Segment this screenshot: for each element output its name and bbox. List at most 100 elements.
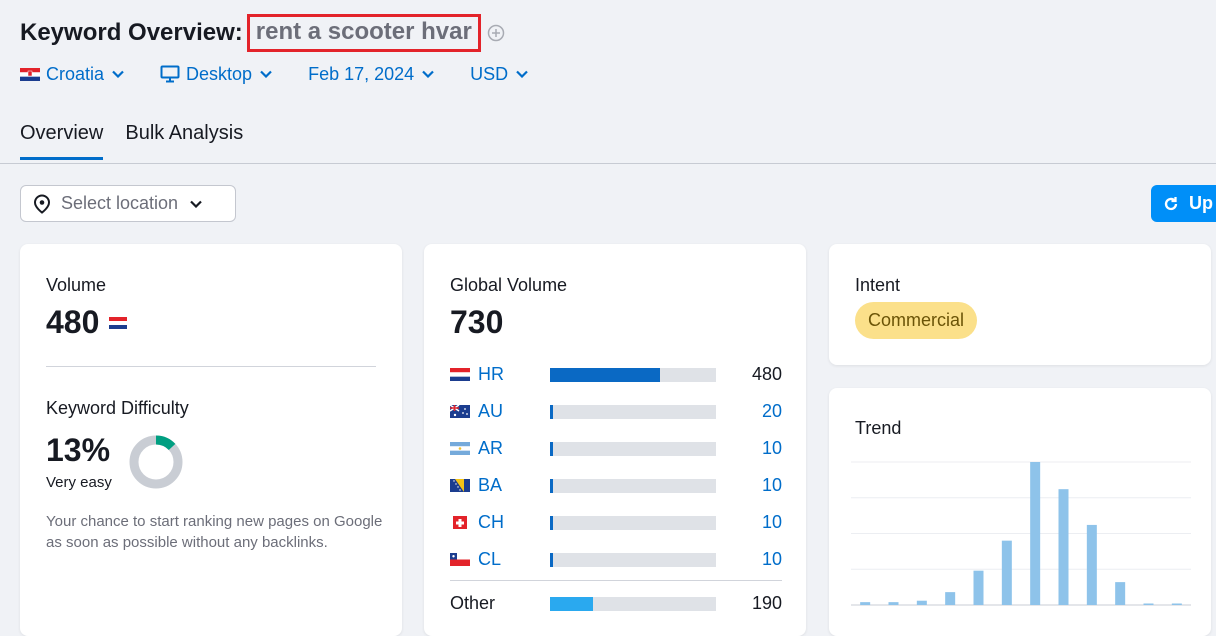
volume-bar-fill	[550, 404, 554, 419]
country-code[interactable]: CL	[478, 549, 518, 570]
chile-flag-icon	[450, 553, 470, 566]
intent-label: Intent	[855, 275, 901, 295]
trend-bar[interactable]	[1143, 603, 1154, 606]
currency-label: USD	[470, 63, 509, 84]
trend-bar[interactable]	[916, 600, 927, 605]
country-selector[interactable]: Croatia	[20, 62, 124, 86]
keyword-highlight: rent a scooter hvar	[246, 14, 481, 52]
country-row-ar[interactable]: AR 10	[450, 430, 782, 467]
country-code[interactable]: AR	[478, 438, 518, 459]
global-volume-card: Global Volume 730 HR 480 AU 20 AR 10 BA …	[424, 244, 806, 636]
trend-bar[interactable]	[860, 602, 871, 605]
filters-bar: Croatia Desktop Feb 17, 2024 USD	[20, 62, 564, 86]
country-row-au[interactable]: AU 20	[450, 393, 782, 430]
tab-overview[interactable]: Overview	[20, 122, 104, 160]
intent-card: Intent Commercial	[829, 244, 1211, 365]
trend-bar[interactable]	[1115, 582, 1126, 605]
trend-chart	[851, 461, 1191, 606]
trend-bar[interactable]	[1086, 524, 1097, 605]
country-row-hr[interactable]: HR 480	[450, 356, 782, 393]
country-row-ch[interactable]: CH 10	[450, 504, 782, 541]
chevron-down-icon	[112, 70, 124, 78]
country-volume[interactable]: 10	[762, 438, 782, 459]
country-row-ba[interactable]: BA 10	[450, 467, 782, 504]
page-header: Keyword Overview: rent a scooter hvar	[20, 14, 505, 52]
currency-selector[interactable]: USD	[470, 62, 528, 86]
trend-bar[interactable]	[973, 570, 984, 605]
refresh-icon	[1164, 196, 1178, 210]
bosnia-flag-icon	[450, 479, 470, 492]
volume-bar-fill	[550, 596, 594, 611]
volume-bar-fill	[550, 552, 554, 567]
tab-bulk-analysis[interactable]: Bulk Analysis	[125, 122, 243, 160]
croatia-flag-icon	[450, 368, 470, 381]
intent-badge[interactable]: Commercial	[855, 302, 978, 339]
chevron-down-icon	[516, 70, 528, 78]
global-volume-divider	[450, 580, 782, 581]
device-label: Desktop	[186, 63, 253, 84]
global-volume-value: 730	[450, 304, 504, 340]
croatia-flag-icon	[109, 316, 128, 329]
keyword-difficulty-description: Your chance to start ranking new pages o…	[46, 513, 383, 551]
volume-bar-fill	[550, 478, 554, 493]
volume-bar-track	[550, 552, 716, 567]
keyword-difficulty-label: Keyword Difficulty	[46, 398, 189, 418]
switzerland-flag-icon	[453, 516, 467, 529]
page-title: Keyword Overview:	[20, 19, 243, 46]
volume-card: Volume 480 Keyword Difficulty 13% Very e…	[20, 244, 402, 636]
select-location-label: Select location	[61, 193, 179, 213]
other-volume: 190	[751, 593, 782, 613]
trend-label: Trend	[855, 418, 902, 438]
country-code[interactable]: BA	[478, 475, 518, 496]
add-icon[interactable]	[487, 24, 505, 42]
tabs: Overview Bulk Analysis	[20, 122, 265, 160]
country-code[interactable]: CH	[478, 512, 518, 533]
volume-value: 480	[46, 304, 100, 340]
country-code[interactable]: HR	[478, 364, 518, 385]
country-volume[interactable]: 20	[762, 401, 782, 422]
desktop-icon	[160, 65, 180, 83]
volume-bar-track	[550, 515, 716, 530]
trend-card: Trend	[829, 388, 1211, 636]
country-code[interactable]: AU	[478, 401, 518, 422]
trend-bar[interactable]	[1001, 540, 1012, 605]
keyword-difficulty-donut	[129, 435, 183, 489]
trend-bar[interactable]	[945, 592, 956, 605]
volume-bar-track	[550, 596, 716, 611]
argentina-flag-icon	[450, 442, 470, 455]
global-volume-list: HR 480 AU 20 AR 10 BA 10 CH 10 CL 10 Oth…	[450, 356, 782, 622]
global-volume-label: Global Volume	[450, 275, 568, 295]
croatia-flag-icon	[20, 67, 40, 81]
date-selector[interactable]: Feb 17, 2024	[308, 62, 434, 86]
select-location-dropdown[interactable]: Select location	[20, 185, 236, 222]
keyword-difficulty-value: 13%	[46, 432, 111, 468]
volume-bar-track	[550, 367, 716, 382]
chevron-down-icon	[260, 70, 272, 78]
volume-value-row: 480	[46, 304, 128, 341]
trend-bar[interactable]	[1058, 489, 1069, 605]
country-volume[interactable]: 10	[762, 512, 782, 533]
country-label: Croatia	[46, 63, 105, 84]
volume-bar-fill	[550, 515, 554, 530]
trend-bar[interactable]	[888, 602, 899, 605]
country-volume[interactable]: 10	[762, 549, 782, 570]
title-row: Keyword Overview: rent a scooter hvar	[20, 14, 505, 52]
australia-flag-icon	[450, 405, 470, 418]
device-selector[interactable]: Desktop	[160, 62, 272, 86]
volume-bar-track	[550, 478, 716, 493]
country-volume: 480	[751, 364, 782, 384]
volume-label: Volume	[46, 275, 107, 295]
update-button[interactable]: Up	[1151, 185, 1216, 222]
volume-bar-fill	[550, 441, 554, 456]
tabs-divider	[0, 163, 1216, 164]
trend-bar[interactable]	[1171, 603, 1182, 606]
chevron-down-icon	[422, 70, 434, 78]
country-volume[interactable]: 10	[762, 475, 782, 496]
trend-bar[interactable]	[1030, 462, 1041, 605]
volume-bar-fill	[550, 367, 660, 382]
date-label: Feb 17, 2024	[308, 63, 415, 84]
country-row-other: Other 190	[450, 585, 782, 622]
country-row-cl[interactable]: CL 10	[450, 541, 782, 578]
chevron-down-icon	[190, 200, 202, 208]
other-label: Other	[450, 593, 496, 613]
